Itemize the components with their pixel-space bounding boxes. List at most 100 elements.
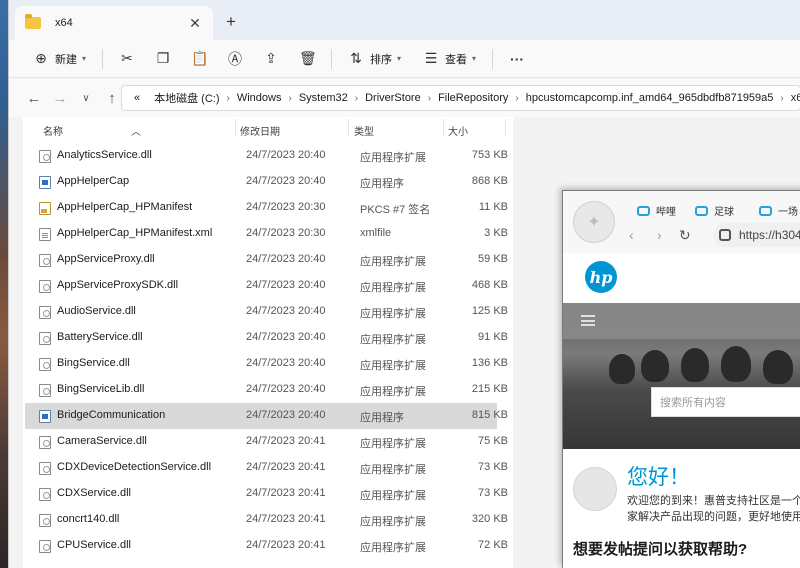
file-row[interactable]: AppHelperCap 24/7/2023 20:40 应用程序 868 KB: [23, 169, 513, 195]
profile-avatar-icon[interactable]: ✦: [573, 201, 615, 243]
file-row[interactable]: CDXDeviceDetectionService.dll 24/7/2023 2…: [23, 455, 513, 481]
forward-arrow-icon[interactable]: →: [47, 90, 73, 107]
browser-tab-label: 足球: [714, 207, 734, 218]
column-divider[interactable]: [348, 119, 349, 137]
share-button[interactable]: ⇪: [257, 45, 285, 73]
column-divider[interactable]: [235, 119, 236, 137]
rename-button[interactable]: Ⓐ: [221, 45, 249, 73]
file-row[interactable]: BingService.dll 24/7/2023 20:40 应用程序扩展 136 …: [23, 351, 513, 377]
title-bar: x64 ✕ +: [9, 0, 800, 40]
breadcrumb-filerepository[interactable]: FileRepository: [438, 92, 508, 104]
expand-chevron-icon[interactable]: ∨: [73, 93, 99, 104]
file-size: 125 KB: [471, 305, 508, 317]
browser-tab[interactable]: 哔哩: [637, 203, 676, 218]
column-type[interactable]: 类型: [354, 123, 374, 138]
file-date: 24/7/2023 20:40: [246, 383, 326, 395]
browser-url-bar[interactable]: https://h3047: [713, 223, 800, 247]
more-options-button[interactable]: ···: [503, 45, 531, 73]
rename-icon: Ⓐ: [228, 50, 243, 67]
file-size: 3 KB: [484, 227, 508, 239]
hp-logo[interactable]: hp: [585, 261, 617, 293]
application-icon: [39, 176, 51, 189]
certificate-icon: [39, 202, 51, 215]
breadcrumb-c-drive[interactable]: 本地磁盘 (C:): [154, 90, 219, 106]
file-row[interactable]: AppHelperCap_HPManifest.xml 24/7/2023 20:…: [23, 221, 513, 247]
file-date: 24/7/2023 20:41: [246, 435, 326, 447]
file-row[interactable]: AppServiceProxySDK.dll 24/7/2023 20:40 应用程…: [23, 273, 513, 299]
browser-tab[interactable]: 一场: [759, 203, 798, 218]
cut-button[interactable]: ✂: [113, 45, 141, 73]
view-label: 查看: [445, 53, 468, 66]
column-name[interactable]: 名称: [43, 123, 63, 138]
dll-file-icon: [39, 384, 51, 397]
plus-circle-icon: ⊕: [35, 50, 47, 66]
tab-title: x64: [55, 17, 73, 29]
navigation-row: ← → ∨ ↑ « 本地磁盘 (C:) › Windows › System32…: [9, 79, 800, 117]
column-date[interactable]: 修改日期: [240, 123, 280, 138]
file-type: 应用程序: [360, 412, 404, 424]
browser-forward-icon[interactable]: ›: [657, 227, 662, 243]
view-button[interactable]: ☰ 查看 ▾: [417, 45, 482, 73]
sort-button[interactable]: ⇅ 排序 ▾: [342, 45, 407, 73]
file-row[interactable]: AppHelperCap_HPManifest 24/7/2023 20:30 PK…: [23, 195, 513, 221]
dll-file-icon: [39, 254, 51, 267]
file-name: CameraService.dll: [57, 435, 147, 447]
paste-button[interactable]: 📋: [185, 45, 213, 73]
welcome-line: 家解决产品出现的问题，更好地使用: [627, 511, 800, 523]
lock-icon: [719, 229, 731, 241]
file-row[interactable]: BatteryService.dll 24/7/2023 20:40 应用程序扩展 9…: [23, 325, 513, 351]
bilibili-icon: [637, 205, 650, 216]
back-arrow-icon[interactable]: ←: [21, 90, 47, 107]
file-row[interactable]: CPUService.dll 24/7/2023 20:41 应用程序扩展 72 KB: [23, 533, 513, 559]
file-name: CPUService.dll: [57, 539, 131, 551]
file-name: AppServiceProxy.dll: [57, 253, 155, 265]
dll-file-icon: [39, 280, 51, 293]
breadcrumb-inf-folder[interactable]: hpcustomcapcomp.inf_amd64_965dbdfb871959…: [526, 92, 774, 104]
file-row[interactable]: CDXService.dll 24/7/2023 20:41 应用程序扩展 73 KB: [23, 481, 513, 507]
copy-button[interactable]: ❐: [149, 45, 177, 73]
column-divider[interactable]: [443, 119, 444, 137]
file-size: 753 KB: [471, 149, 508, 161]
file-date: 24/7/2023 20:40: [246, 331, 326, 343]
column-size[interactable]: 大小: [448, 123, 468, 138]
breadcrumb-system32[interactable]: System32: [299, 92, 348, 104]
file-date: 24/7/2023 20:40: [246, 357, 326, 369]
file-date: 24/7/2023 20:40: [246, 279, 326, 291]
file-type: 应用程序扩展: [360, 308, 426, 320]
file-type: 应用程序扩展: [360, 360, 426, 372]
dll-file-icon: [39, 150, 51, 163]
tab-x64[interactable]: x64 ✕: [15, 6, 213, 40]
file-row[interactable]: AppServiceProxy.dll 24/7/2023 20:40 应用程序扩展…: [23, 247, 513, 273]
browser-back-icon[interactable]: ‹: [629, 227, 634, 243]
breadcrumb-x64[interactable]: x64: [791, 92, 800, 104]
new-button[interactable]: ⊕ 新建 ▾: [27, 45, 92, 73]
file-row[interactable]: CameraService.dll 24/7/2023 20:41 应用程序扩展 75…: [23, 429, 513, 455]
new-tab-button[interactable]: +: [223, 12, 239, 32]
file-name: AppHelperCap_HPManifest.xml: [57, 227, 213, 239]
file-size: 468 KB: [471, 279, 508, 291]
file-row[interactable]: AnalyticsService.dll 24/7/2023 20:40 应用程序扩…: [23, 143, 513, 169]
site-search-input[interactable]: 搜索所有内容: [651, 387, 800, 417]
file-row[interactable]: BingServiceLib.dll 24/7/2023 20:40 应用程序扩展 2…: [23, 377, 513, 403]
breadcrumb-windows[interactable]: Windows: [237, 92, 282, 104]
sort-icon: ⇅: [350, 50, 362, 66]
hamburger-menu-icon[interactable]: [581, 315, 595, 326]
breadcrumb-driverstore[interactable]: DriverStore: [365, 92, 421, 104]
reload-icon[interactable]: ↻: [679, 227, 691, 244]
file-name: AudioService.dll: [57, 305, 136, 317]
file-type: 应用程序扩展: [360, 516, 426, 528]
file-row[interactable]: BridgeCommunication 24/7/2023 20:40 应用程序 81…: [25, 403, 508, 429]
root-overflow[interactable]: «: [134, 92, 140, 104]
file-name: concrt140.dll: [57, 513, 120, 525]
xml-file-icon: [39, 228, 51, 241]
address-bar[interactable]: « 本地磁盘 (C:) › Windows › System32 › Drive…: [121, 85, 800, 111]
column-divider[interactable]: [505, 119, 506, 137]
delete-button[interactable]: 🗑: [293, 45, 321, 73]
file-type: 应用程序扩展: [360, 490, 426, 502]
file-row[interactable]: AudioService.dll 24/7/2023 20:40 应用程序扩展 125…: [23, 299, 513, 325]
file-date: 24/7/2023 20:40: [246, 409, 326, 421]
file-date: 24/7/2023 20:40: [246, 175, 326, 187]
browser-tab[interactable]: 足球: [695, 203, 734, 218]
file-row[interactable]: concrt140.dll 24/7/2023 20:41 应用程序扩展 320 KB: [23, 507, 513, 533]
close-tab-icon[interactable]: ✕: [187, 15, 203, 32]
